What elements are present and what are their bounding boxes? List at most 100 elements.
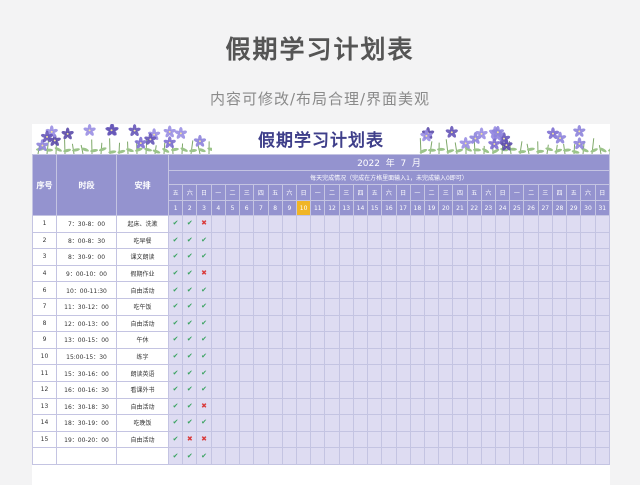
day-cell[interactable]	[566, 397, 582, 416]
day-cell-check[interactable]: ✔	[196, 414, 212, 432]
day-cell[interactable]	[423, 264, 440, 283]
day-cell[interactable]	[566, 347, 582, 366]
day-cell[interactable]	[551, 264, 568, 283]
day-cell[interactable]	[580, 380, 596, 399]
day-cell[interactable]	[495, 264, 511, 283]
day-cell[interactable]	[253, 331, 269, 349]
day-cell[interactable]	[367, 364, 383, 382]
day-cell[interactable]	[452, 248, 468, 266]
day-cell[interactable]	[224, 297, 241, 316]
day-cell-cross[interactable]: ✖	[196, 397, 212, 416]
day-cell[interactable]	[253, 414, 269, 432]
day-cell[interactable]	[367, 397, 383, 416]
day-cell[interactable]	[367, 347, 383, 366]
day-cell[interactable]	[281, 364, 297, 382]
day-cell[interactable]	[409, 414, 425, 432]
day-cell[interactable]	[466, 380, 482, 399]
day-cell[interactable]	[295, 231, 312, 250]
day-cell-check[interactable]: ✔	[196, 331, 212, 349]
day-cell[interactable]	[438, 414, 454, 432]
day-cell[interactable]	[310, 314, 326, 333]
day-cell[interactable]	[239, 364, 255, 382]
day-cell[interactable]	[352, 447, 369, 465]
day-cell[interactable]	[566, 380, 582, 399]
day-cell[interactable]	[566, 281, 582, 299]
day-cell[interactable]	[580, 414, 596, 432]
day-cell[interactable]	[495, 397, 511, 416]
day-cell[interactable]	[438, 430, 454, 449]
day-cell[interactable]	[267, 430, 283, 449]
day-cell[interactable]	[224, 447, 241, 465]
day-cell[interactable]	[381, 397, 397, 416]
day-cell[interactable]	[594, 215, 610, 233]
day-cell[interactable]	[495, 297, 511, 316]
day-cell-check[interactable]: ✔	[167, 397, 184, 416]
day-cell[interactable]	[367, 380, 383, 399]
day-cell[interactable]	[295, 331, 312, 349]
day-cell[interactable]	[295, 297, 312, 316]
day-cell[interactable]	[381, 297, 397, 316]
day-cell[interactable]	[281, 347, 297, 366]
day-cell[interactable]	[352, 364, 369, 382]
day-cell-check[interactable]: ✔	[182, 314, 198, 333]
day-cell[interactable]	[267, 248, 283, 266]
day-cell[interactable]	[381, 364, 397, 382]
day-cell[interactable]	[295, 380, 312, 399]
day-cell[interactable]	[381, 380, 397, 399]
day-cell-check[interactable]: ✔	[196, 281, 212, 299]
day-cell[interactable]	[580, 364, 596, 382]
day-cell[interactable]	[267, 447, 283, 465]
day-cell[interactable]	[338, 347, 354, 366]
day-cell[interactable]	[537, 248, 553, 266]
day-cell-check[interactable]: ✔	[196, 447, 212, 465]
day-cell[interactable]	[423, 430, 440, 449]
day-cell[interactable]	[352, 430, 369, 449]
day-cell[interactable]	[466, 347, 482, 366]
day-cell[interactable]	[423, 297, 440, 316]
day-cell[interactable]	[495, 380, 511, 399]
day-cell[interactable]	[551, 447, 568, 465]
day-cell[interactable]	[551, 248, 568, 266]
day-cell[interactable]	[395, 297, 411, 316]
day-cell[interactable]	[239, 380, 255, 399]
day-cell[interactable]	[210, 264, 226, 283]
day-cell[interactable]	[224, 248, 241, 266]
day-cell[interactable]	[480, 430, 497, 449]
day-cell-check[interactable]: ✔	[182, 281, 198, 299]
day-cell[interactable]	[480, 248, 497, 266]
day-cell[interactable]	[509, 364, 525, 382]
day-cell[interactable]	[267, 347, 283, 366]
day-cell[interactable]	[580, 297, 596, 316]
day-cell[interactable]	[495, 414, 511, 432]
day-cell[interactable]	[409, 397, 425, 416]
day-cell[interactable]	[537, 281, 553, 299]
day-cell[interactable]	[267, 414, 283, 432]
day-cell[interactable]	[423, 248, 440, 266]
day-cell-check[interactable]: ✔	[182, 331, 198, 349]
day-cell[interactable]	[381, 314, 397, 333]
day-cell[interactable]	[395, 231, 411, 250]
day-cell[interactable]	[509, 430, 525, 449]
day-cell[interactable]	[566, 264, 582, 283]
day-cell[interactable]	[239, 331, 255, 349]
day-cell[interactable]	[495, 364, 511, 382]
day-cell[interactable]	[466, 331, 482, 349]
day-cell-check[interactable]: ✔	[167, 414, 184, 432]
day-cell[interactable]	[495, 281, 511, 299]
day-cell[interactable]	[310, 297, 326, 316]
day-cell-check[interactable]: ✔	[167, 314, 184, 333]
day-cell[interactable]	[224, 347, 241, 366]
day-cell[interactable]	[509, 248, 525, 266]
day-cell[interactable]	[338, 248, 354, 266]
day-cell[interactable]	[395, 414, 411, 432]
day-cell[interactable]	[324, 414, 340, 432]
day-cell[interactable]	[253, 380, 269, 399]
day-cell[interactable]	[466, 297, 482, 316]
day-cell[interactable]	[409, 281, 425, 299]
day-cell[interactable]	[310, 281, 326, 299]
day-cell[interactable]	[210, 215, 226, 233]
day-cell[interactable]	[423, 281, 440, 299]
day-cell[interactable]	[210, 447, 226, 465]
day-cell[interactable]	[267, 297, 283, 316]
day-cell[interactable]	[210, 248, 226, 266]
